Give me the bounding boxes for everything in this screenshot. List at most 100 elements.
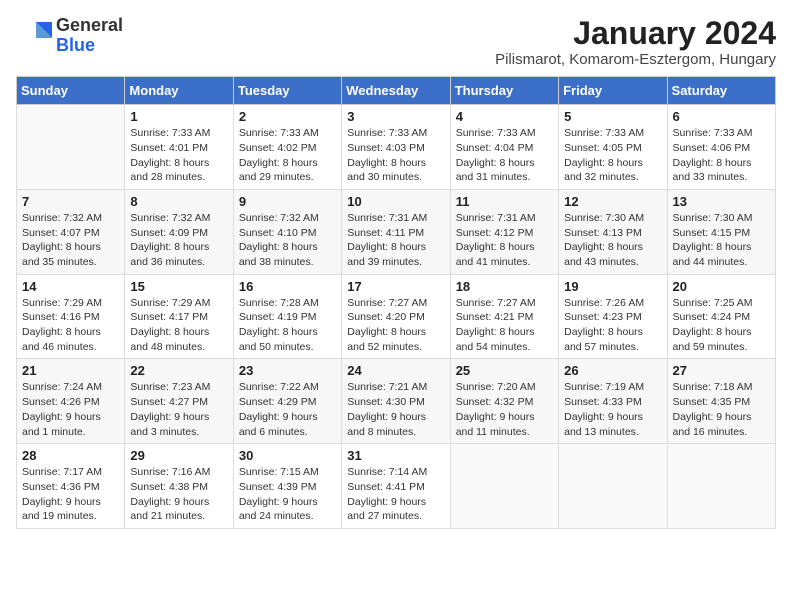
day-number: 5 (564, 109, 661, 124)
calendar-cell: 15 Sunrise: 7:29 AM Sunset: 4:17 PM Dayli… (125, 274, 233, 359)
calendar-cell: 14 Sunrise: 7:29 AM Sunset: 4:16 PM Dayli… (17, 274, 125, 359)
day-number: 23 (239, 363, 336, 378)
day-number: 17 (347, 279, 444, 294)
calendar-cell: 10 Sunrise: 7:31 AM Sunset: 4:11 PM Dayli… (342, 189, 450, 274)
day-detail: Sunrise: 7:30 AM Sunset: 4:13 PM Dayligh… (564, 211, 661, 270)
calendar-header-row: SundayMondayTuesdayWednesdayThursdayFrid… (17, 77, 776, 105)
day-detail: Sunrise: 7:17 AM Sunset: 4:36 PM Dayligh… (22, 465, 119, 524)
calendar-cell: 17 Sunrise: 7:27 AM Sunset: 4:20 PM Dayli… (342, 274, 450, 359)
weekday-header-thursday: Thursday (450, 77, 558, 105)
day-detail: Sunrise: 7:33 AM Sunset: 4:03 PM Dayligh… (347, 126, 444, 185)
day-detail: Sunrise: 7:14 AM Sunset: 4:41 PM Dayligh… (347, 465, 444, 524)
day-number: 26 (564, 363, 661, 378)
day-detail: Sunrise: 7:33 AM Sunset: 4:05 PM Dayligh… (564, 126, 661, 185)
day-number: 24 (347, 363, 444, 378)
day-detail: Sunrise: 7:33 AM Sunset: 4:04 PM Dayligh… (456, 126, 553, 185)
calendar-cell: 30 Sunrise: 7:15 AM Sunset: 4:39 PM Dayli… (233, 444, 341, 529)
day-detail: Sunrise: 7:15 AM Sunset: 4:39 PM Dayligh… (239, 465, 336, 524)
day-detail: Sunrise: 7:23 AM Sunset: 4:27 PM Dayligh… (130, 380, 227, 439)
day-detail: Sunrise: 7:24 AM Sunset: 4:26 PM Dayligh… (22, 380, 119, 439)
day-detail: Sunrise: 7:26 AM Sunset: 4:23 PM Dayligh… (564, 296, 661, 355)
logo-text: General Blue (56, 16, 123, 56)
weekday-header-saturday: Saturday (667, 77, 775, 105)
calendar-cell: 23 Sunrise: 7:22 AM Sunset: 4:29 PM Dayli… (233, 359, 341, 444)
day-number: 4 (456, 109, 553, 124)
day-detail: Sunrise: 7:21 AM Sunset: 4:30 PM Dayligh… (347, 380, 444, 439)
day-number: 3 (347, 109, 444, 124)
day-detail: Sunrise: 7:28 AM Sunset: 4:19 PM Dayligh… (239, 296, 336, 355)
calendar-body: 1 Sunrise: 7:33 AM Sunset: 4:01 PM Daylig… (17, 105, 776, 529)
day-number: 19 (564, 279, 661, 294)
day-detail: Sunrise: 7:32 AM Sunset: 4:07 PM Dayligh… (22, 211, 119, 270)
day-number: 29 (130, 448, 227, 463)
calendar-cell: 26 Sunrise: 7:19 AM Sunset: 4:33 PM Dayli… (559, 359, 667, 444)
day-detail: Sunrise: 7:29 AM Sunset: 4:17 PM Dayligh… (130, 296, 227, 355)
calendar-cell: 1 Sunrise: 7:33 AM Sunset: 4:01 PM Daylig… (125, 105, 233, 190)
day-detail: Sunrise: 7:32 AM Sunset: 4:10 PM Dayligh… (239, 211, 336, 270)
calendar-week-row: 14 Sunrise: 7:29 AM Sunset: 4:16 PM Dayli… (17, 274, 776, 359)
day-number: 15 (130, 279, 227, 294)
day-detail: Sunrise: 7:16 AM Sunset: 4:38 PM Dayligh… (130, 465, 227, 524)
day-number: 20 (673, 279, 770, 294)
weekday-header-tuesday: Tuesday (233, 77, 341, 105)
logo: General Blue (16, 16, 123, 56)
day-number: 22 (130, 363, 227, 378)
calendar-week-row: 28Sunrise: 7:17 AM Sunset: 4:36 PM Dayli… (17, 444, 776, 529)
day-detail: Sunrise: 7:31 AM Sunset: 4:11 PM Dayligh… (347, 211, 444, 270)
day-detail: Sunrise: 7:31 AM Sunset: 4:12 PM Dayligh… (456, 211, 553, 270)
day-number: 8 (130, 194, 227, 209)
logo-icon (16, 18, 52, 54)
day-number: 18 (456, 279, 553, 294)
calendar-cell: 22 Sunrise: 7:23 AM Sunset: 4:27 PM Dayli… (125, 359, 233, 444)
day-number: 14 (22, 279, 119, 294)
logo-general-text: General (56, 15, 123, 35)
day-number: 13 (673, 194, 770, 209)
calendar-cell: 4 Sunrise: 7:33 AM Sunset: 4:04 PM Daylig… (450, 105, 558, 190)
day-number: 30 (239, 448, 336, 463)
calendar-cell: 24 Sunrise: 7:21 AM Sunset: 4:30 PM Dayli… (342, 359, 450, 444)
day-number: 6 (673, 109, 770, 124)
calendar-cell: 31 Sunrise: 7:14 AM Sunset: 4:41 PM Dayli… (342, 444, 450, 529)
calendar-cell: 27 Sunrise: 7:18 AM Sunset: 4:35 PM Dayli… (667, 359, 775, 444)
day-number: 31 (347, 448, 444, 463)
calendar-week-row: 1 Sunrise: 7:33 AM Sunset: 4:01 PM Daylig… (17, 105, 776, 190)
day-detail: Sunrise: 7:18 AM Sunset: 4:35 PM Dayligh… (673, 380, 770, 439)
day-detail: Sunrise: 7:33 AM Sunset: 4:06 PM Dayligh… (673, 126, 770, 185)
calendar-table: SundayMondayTuesdayWednesdayThursdayFrid… (16, 76, 776, 529)
calendar-cell (17, 105, 125, 190)
day-detail: Sunrise: 7:29 AM Sunset: 4:16 PM Dayligh… (22, 296, 119, 355)
day-detail: Sunrise: 7:30 AM Sunset: 4:15 PM Dayligh… (673, 211, 770, 270)
weekday-header-friday: Friday (559, 77, 667, 105)
calendar-cell: 28Sunrise: 7:17 AM Sunset: 4:36 PM Dayli… (17, 444, 125, 529)
day-detail: Sunrise: 7:33 AM Sunset: 4:02 PM Dayligh… (239, 126, 336, 185)
day-number: 25 (456, 363, 553, 378)
calendar-cell: 2 Sunrise: 7:33 AM Sunset: 4:02 PM Daylig… (233, 105, 341, 190)
calendar-cell (667, 444, 775, 529)
calendar-cell: 12 Sunrise: 7:30 AM Sunset: 4:13 PM Dayli… (559, 189, 667, 274)
day-detail: Sunrise: 7:20 AM Sunset: 4:32 PM Dayligh… (456, 380, 553, 439)
calendar-cell: 29 Sunrise: 7:16 AM Sunset: 4:38 PM Dayli… (125, 444, 233, 529)
day-number: 2 (239, 109, 336, 124)
day-detail: Sunrise: 7:22 AM Sunset: 4:29 PM Dayligh… (239, 380, 336, 439)
day-number: 21 (22, 363, 119, 378)
day-number: 16 (239, 279, 336, 294)
calendar-cell (450, 444, 558, 529)
calendar-cell: 18Sunrise: 7:27 AM Sunset: 4:21 PM Dayli… (450, 274, 558, 359)
day-number: 27 (673, 363, 770, 378)
calendar-cell: 19 Sunrise: 7:26 AM Sunset: 4:23 PM Dayli… (559, 274, 667, 359)
calendar-week-row: 21 Sunrise: 7:24 AM Sunset: 4:26 PM Dayli… (17, 359, 776, 444)
day-number: 1 (130, 109, 227, 124)
day-detail: Sunrise: 7:19 AM Sunset: 4:33 PM Dayligh… (564, 380, 661, 439)
calendar-cell: 21 Sunrise: 7:24 AM Sunset: 4:26 PM Dayli… (17, 359, 125, 444)
calendar-cell: 20Sunrise: 7:25 AM Sunset: 4:24 PM Dayli… (667, 274, 775, 359)
page-header: General Blue January 2024 Pilismarot, Ko… (16, 16, 776, 68)
day-number: 10 (347, 194, 444, 209)
day-detail: Sunrise: 7:27 AM Sunset: 4:20 PM Dayligh… (347, 296, 444, 355)
day-number: 11 (456, 194, 553, 209)
day-number: 12 (564, 194, 661, 209)
location-subtitle: Pilismarot, Komarom-Esztergom, Hungary (495, 51, 776, 68)
logo-blue-text: Blue (56, 35, 95, 55)
day-detail: Sunrise: 7:33 AM Sunset: 4:01 PM Dayligh… (130, 126, 227, 185)
calendar-cell: 13 Sunrise: 7:30 AM Sunset: 4:15 PM Dayli… (667, 189, 775, 274)
calendar-week-row: 7Sunrise: 7:32 AM Sunset: 4:07 PM Daylig… (17, 189, 776, 274)
